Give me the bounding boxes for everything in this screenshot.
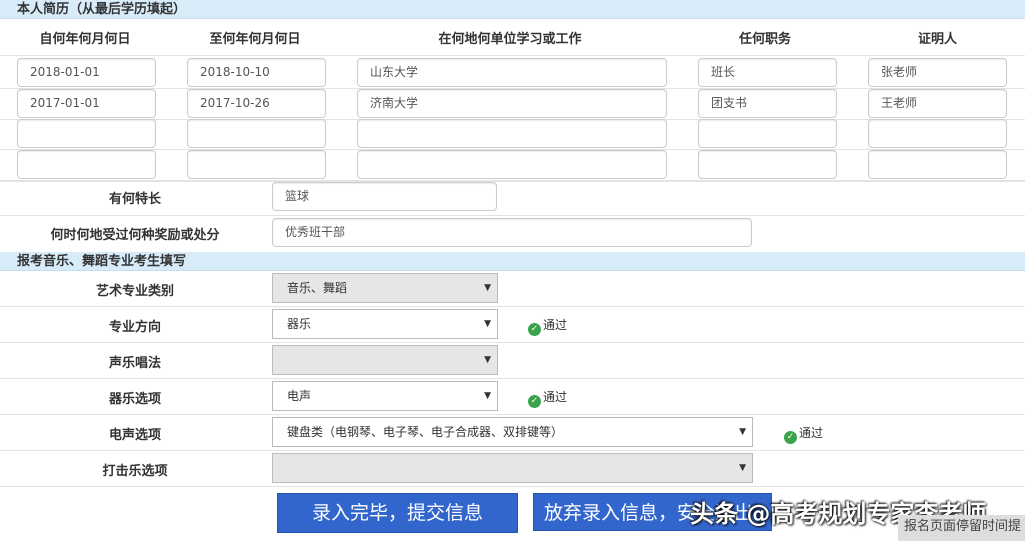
resume-witness-input[interactable]: 王老师 — [868, 88, 1007, 118]
select-value: 音乐、舞蹈 — [287, 281, 348, 295]
resume-position-input[interactable] — [698, 150, 837, 180]
resume-position-input[interactable]: 团支书 — [698, 88, 837, 118]
check-icon: ✓ — [528, 395, 541, 408]
dropdown-arrow-icon: ▼ — [484, 283, 491, 293]
select-value: 器乐 — [287, 317, 312, 331]
resume-place-input[interactable] — [357, 150, 667, 180]
resume-witness-input[interactable] — [868, 119, 1007, 149]
resume-to-input[interactable] — [187, 119, 326, 149]
check-icon: ✓ — [784, 431, 797, 444]
awards-input[interactable]: 优秀班干部 — [272, 218, 752, 247]
dropdown-arrow-icon: ▼ — [484, 319, 491, 329]
resume-to-input[interactable]: 2018-10-10 — [187, 58, 326, 87]
select-value: 键盘类（电钢琴、电子琴、电子合成器、双排键等） — [287, 425, 564, 439]
status-ok: ✓ 通过 — [528, 318, 567, 336]
resume-place-input[interactable]: 山东大学 — [357, 58, 667, 87]
resume-witness-input[interactable]: 张老师 — [868, 58, 1007, 87]
resume-from-input[interactable]: 2017-01-01 — [17, 88, 156, 118]
resume-place-input[interactable] — [357, 119, 667, 149]
specialty-label: 有何特长 — [108, 192, 161, 207]
art-field-select[interactable]: ▼ — [272, 345, 498, 375]
art-field-label: 器乐选项 — [108, 392, 161, 407]
submit-button[interactable]: 录入完毕，提交信息 — [277, 493, 518, 533]
art-field-label: 电声选项 — [108, 428, 161, 443]
resume-to-input[interactable]: 2017-10-26 — [187, 88, 326, 118]
dropdown-arrow-icon: ▼ — [739, 463, 746, 473]
resume-witness-input[interactable] — [868, 150, 1007, 180]
col-witness: 证明人 — [917, 32, 957, 47]
specialty-input[interactable]: 篮球 — [272, 182, 497, 211]
check-icon: ✓ — [528, 323, 541, 336]
col-position: 任何职务 — [738, 32, 791, 47]
art-field-select[interactable]: 键盘类（电钢琴、电子琴、电子合成器、双排键等） ▼ — [272, 417, 753, 447]
dropdown-arrow-icon: ▼ — [484, 355, 491, 365]
dropdown-arrow-icon: ▼ — [739, 427, 746, 437]
art-field-select[interactable]: ▼ — [272, 453, 753, 483]
awards-label: 何时何地受过何种奖励或处分 — [50, 228, 220, 243]
select-value: 电声 — [287, 389, 312, 403]
resume-from-input[interactable] — [17, 119, 156, 149]
col-to: 至何年何月何日 — [209, 32, 301, 47]
art-field-label: 艺术专业类别 — [95, 284, 174, 299]
art-field-label: 声乐唱法 — [108, 356, 161, 371]
art-section-header: 报考音乐、舞蹈专业考生填写 — [0, 252, 1025, 271]
col-place: 在何地何单位学习或工作 — [438, 32, 582, 47]
art-field-label: 打击乐选项 — [102, 464, 168, 479]
resume-section-header: 本人简历（从最后学历填起） — [0, 0, 1025, 19]
resume-to-input[interactable] — [187, 150, 326, 180]
art-field-select[interactable]: 器乐 ▼ — [272, 309, 498, 339]
resume-from-input[interactable] — [17, 150, 156, 180]
art-field-label: 专业方向 — [108, 320, 161, 335]
dropdown-arrow-icon: ▼ — [484, 391, 491, 401]
art-field-select[interactable]: 音乐、舞蹈 ▼ — [272, 273, 498, 303]
resume-position-input[interactable]: 班长 — [698, 58, 837, 87]
resume-position-input[interactable] — [698, 119, 837, 149]
resume-from-input[interactable]: 2018-01-01 — [17, 58, 156, 87]
status-ok: ✓ 通过 — [528, 390, 567, 408]
art-field-select[interactable]: 电声 ▼ — [272, 381, 498, 411]
status-ok: ✓ 通过 — [784, 426, 823, 444]
resume-place-input[interactable]: 济南大学 — [357, 88, 667, 118]
col-from: 自何年何月何日 — [39, 32, 131, 47]
watermark-overlay: 报名页面停留时间提 — [898, 515, 1025, 541]
